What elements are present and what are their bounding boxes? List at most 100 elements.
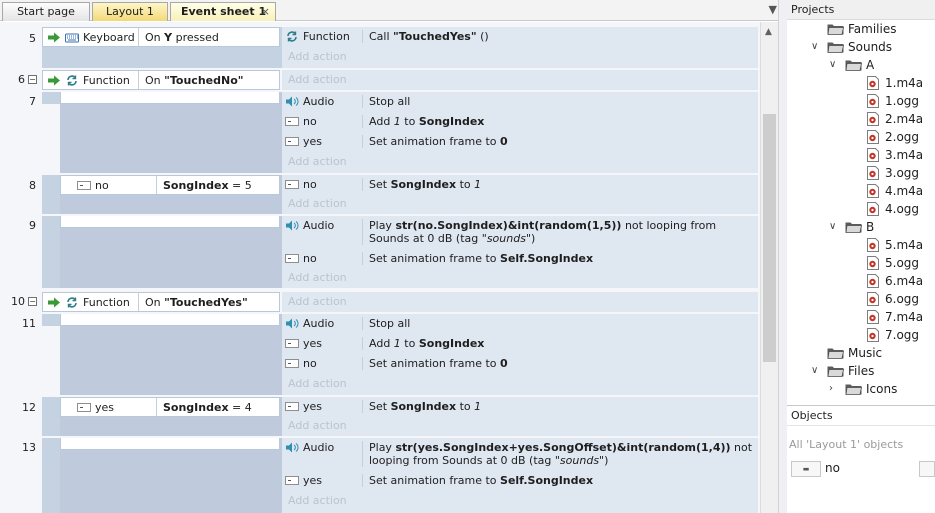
tree-folder-families[interactable]: Families — [827, 20, 896, 38]
tree-file[interactable]: 7.m4a — [867, 308, 923, 326]
tab-event-sheet-1[interactable]: Event sheet 1 × — [170, 2, 276, 21]
tree-expand-icon[interactable]: ∨ — [811, 41, 818, 52]
add-action-link[interactable]: Add action — [288, 155, 347, 168]
sprite-icon — [285, 475, 299, 486]
action-row[interactable]: Function Call "TouchedYes" () — [282, 27, 758, 43]
tree-file[interactable]: 4.m4a — [867, 182, 923, 200]
tree-file[interactable]: 5.m4a — [867, 236, 923, 254]
action-row[interactable]: Audio Stop all — [282, 314, 758, 330]
tree-file[interactable]: 3.ogg — [867, 164, 919, 182]
action-row[interactable]: Audio Play str(yes.SongIndex+yes.SongOff… — [282, 438, 758, 467]
action-row[interactable]: yes Set SongIndex to 1 — [282, 397, 758, 413]
tree-folder-music[interactable]: Music — [827, 344, 882, 362]
condition-row[interactable] — [60, 438, 280, 450]
tree-item-label: B — [866, 220, 875, 234]
tree-expand-icon[interactable]: ∨ — [829, 59, 836, 70]
tree-file[interactable]: 2.m4a — [867, 110, 923, 128]
scrollbar-thumb[interactable] — [763, 114, 776, 362]
condition-row[interactable]: Function On "TouchedNo" — [42, 70, 280, 90]
tree-file[interactable]: 6.ogg — [867, 290, 919, 308]
add-action-link[interactable]: Add action — [288, 271, 347, 284]
tree-file[interactable]: 5.ogg — [867, 254, 919, 272]
green-arrow-icon — [47, 297, 61, 308]
object-item-no[interactable]: no — [825, 461, 840, 475]
tree-file[interactable]: 3.m4a — [867, 146, 923, 164]
add-action-link[interactable]: Add action — [288, 295, 347, 308]
add-action-link[interactable]: Add action — [288, 494, 347, 507]
action-row[interactable]: no Set animation frame to 0 — [282, 354, 758, 370]
condition-row[interactable] — [60, 216, 280, 228]
tree-file[interactable]: 1.m4a — [867, 74, 923, 92]
condition-row[interactable] — [60, 314, 280, 326]
tab-close-icon[interactable]: × — [261, 5, 270, 18]
add-action-link[interactable]: Add action — [288, 197, 347, 210]
action-row[interactable]: no Set SongIndex to 1 — [282, 175, 758, 191]
tree-file[interactable]: 6.m4a — [867, 272, 923, 290]
action-row[interactable]: Audio Stop all — [282, 92, 758, 108]
action-row[interactable]: yes Add 1 to SongIndex — [282, 334, 758, 350]
event-number: 8 — [29, 179, 36, 192]
tree-folder-sounds[interactable]: Sounds — [827, 38, 892, 56]
tree-file[interactable]: 2.ogg — [867, 128, 919, 146]
condition-row[interactable] — [60, 92, 280, 104]
object-thumbnail[interactable] — [919, 461, 935, 477]
tree-item-label: Sounds — [848, 40, 893, 54]
collapse-icon[interactable]: − — [28, 297, 37, 306]
collapse-icon[interactable]: − — [28, 75, 37, 84]
event-9: 9 Audio Play str(no.SongIndex)&int(rando… — [0, 216, 760, 288]
scroll-up-icon[interactable]: ▲ — [765, 27, 772, 37]
sound-file-icon — [867, 202, 879, 216]
vertical-scrollbar[interactable]: ▲ — [760, 22, 778, 513]
add-action-link[interactable]: Add action — [288, 50, 347, 63]
sprite-icon — [77, 180, 91, 191]
event-11: 11 Audio Stop all yes Add 1 to SongIndex… — [0, 314, 760, 395]
action-row[interactable]: yes Set animation frame to 0 — [282, 132, 758, 148]
action-row[interactable]: no Set animation frame to Self.SongIndex — [282, 249, 758, 265]
action-row[interactable]: no Add 1 to SongIndex — [282, 112, 758, 128]
tree-file[interactable]: 4.ogg — [867, 200, 919, 218]
event-sheet: 5 Keyboard On Y pressed Function Call "T… — [0, 22, 760, 513]
add-action-link[interactable]: Add action — [288, 73, 347, 86]
tree-expand-icon[interactable]: ∨ — [829, 221, 836, 232]
sound-file-icon — [867, 292, 879, 306]
event-13: 13 Audio Play str(yes.SongIndex+yes.Song… — [0, 438, 760, 513]
tab-bar: Start page Layout 1 Event sheet 1 × ▼ — [0, 0, 783, 21]
tree-expand-icon[interactable]: ∨ — [811, 365, 818, 376]
add-action-link[interactable]: Add action — [288, 377, 347, 390]
sprite-icon — [285, 253, 299, 264]
tree-file[interactable]: 1.ogg — [867, 92, 919, 110]
tree-expand-icon[interactable]: › — [829, 383, 833, 394]
objects-title: Objects — [787, 406, 935, 426]
condition-row[interactable]: no SongIndex = 5 — [60, 175, 280, 195]
tree-folder-a[interactable]: A — [845, 56, 874, 74]
condition-row[interactable]: yes SongIndex = 4 — [60, 397, 280, 417]
audio-icon — [285, 442, 299, 453]
tree-folder-icons[interactable]: Icons — [845, 380, 897, 398]
tree-item-label: 2.m4a — [885, 112, 924, 126]
tab-layout-1[interactable]: Layout 1 — [92, 2, 168, 21]
condition-row[interactable]: Function On "TouchedYes" — [42, 292, 280, 312]
tree-item-label: 1.ogg — [885, 94, 920, 108]
tab-list-dropdown-icon[interactable]: ▼ — [769, 3, 777, 16]
tree-folder-b[interactable]: B — [845, 218, 874, 236]
audio-icon — [285, 220, 299, 231]
tree-file[interactable]: 7.ogg — [867, 326, 919, 344]
projects-panel: Projects Families ∨ Sounds ∨ A 1.m4a 1.ogg 2.m4… — [787, 0, 935, 405]
actions: Function Call "TouchedYes" () Add action — [282, 27, 758, 68]
actions: Audio Play str(no.SongIndex)&int(random(… — [282, 216, 758, 288]
actions: Add action — [282, 292, 758, 312]
object-thumbnail[interactable]: ▬ — [791, 461, 821, 477]
action-row[interactable]: yes Set animation frame to Self.SongInde… — [282, 471, 758, 487]
sound-file-icon — [867, 148, 879, 162]
add-action-link[interactable]: Add action — [288, 419, 347, 432]
event-number: 7 — [29, 95, 36, 108]
folder-icon — [827, 41, 844, 53]
panel-splitter[interactable] — [778, 0, 787, 513]
actions: Add action — [282, 70, 758, 90]
condition-row[interactable]: Keyboard On Y pressed — [42, 27, 280, 47]
tree-folder-files[interactable]: Files — [827, 362, 874, 380]
folder-icon — [845, 383, 862, 395]
tree-item-label: Music — [848, 346, 883, 360]
tab-start-page[interactable]: Start page — [2, 2, 90, 21]
action-row[interactable]: Audio Play str(no.SongIndex)&int(random(… — [282, 216, 758, 245]
